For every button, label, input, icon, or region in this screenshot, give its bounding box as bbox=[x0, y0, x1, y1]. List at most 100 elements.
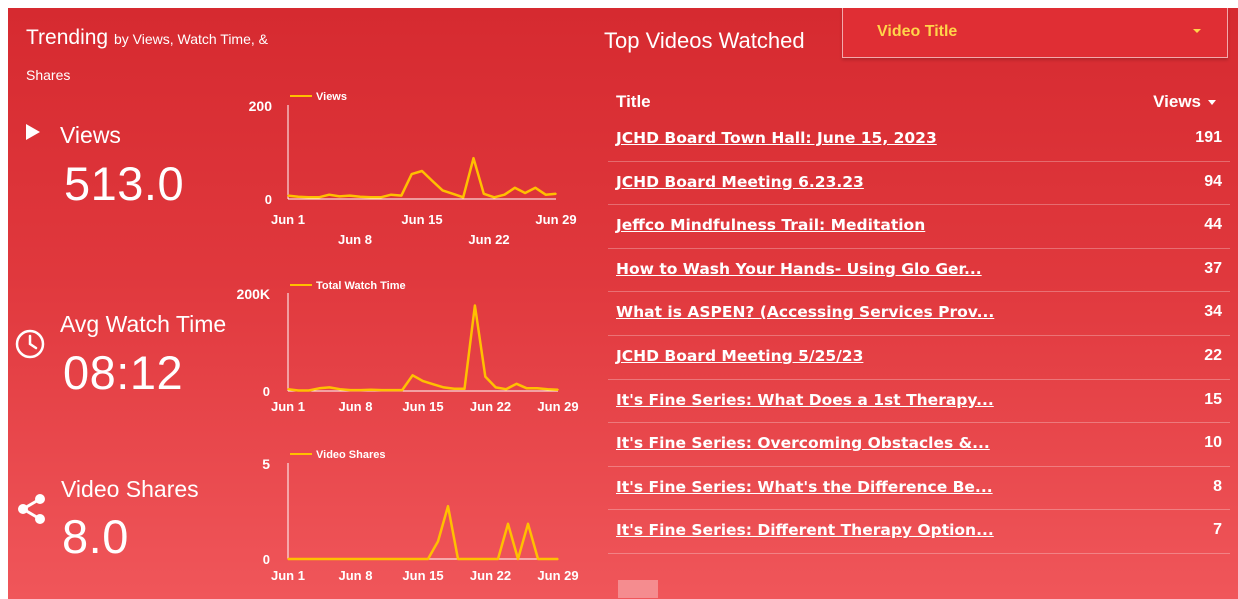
data-point bbox=[370, 388, 372, 391]
video-title-link[interactable]: Jeffco Mindfulness Trail: Meditation bbox=[616, 216, 925, 234]
video-views-count: 15 bbox=[1204, 390, 1222, 408]
video-title-link[interactable]: It's Fine Series: What's the Difference … bbox=[616, 478, 993, 496]
table-body: JCHD Board Town Hall: June 15, 2023 191 JC… bbox=[608, 118, 1230, 554]
video-title-link[interactable]: How to Wash Your Hands- Using Glo Ger... bbox=[616, 260, 982, 278]
column-header-title[interactable]: Title bbox=[616, 92, 651, 112]
y-tick-label: 5 bbox=[262, 456, 270, 472]
data-point bbox=[462, 196, 465, 199]
video-title-dropdown[interactable]: Video Title bbox=[842, 8, 1228, 58]
data-point bbox=[484, 375, 487, 378]
video-views-count: 10 bbox=[1204, 434, 1222, 452]
video-title-link[interactable]: JCHD Board Meeting 6.23.23 bbox=[616, 173, 864, 191]
clock-icon bbox=[15, 329, 45, 359]
data-point bbox=[287, 388, 289, 390]
data-point bbox=[390, 193, 392, 196]
data-point bbox=[534, 187, 537, 189]
column-header-views[interactable]: Views bbox=[1153, 92, 1216, 112]
data-point bbox=[337, 558, 339, 560]
table-row: JCHD Board Town Hall: June 15, 2023 191 bbox=[608, 118, 1230, 162]
chevron-down-icon bbox=[1193, 29, 1201, 33]
y-tick-label: 200K bbox=[237, 286, 270, 302]
dashboard-panel: Trending by Views, Watch Time, & Shares … bbox=[8, 8, 1238, 599]
data-point bbox=[401, 389, 404, 391]
trending-title-main: Trending bbox=[26, 26, 109, 49]
pagination-control[interactable] bbox=[618, 580, 658, 598]
data-point bbox=[379, 196, 382, 199]
legend-label: Video Shares bbox=[316, 449, 386, 461]
x-tick-label: Jun 22 bbox=[468, 232, 509, 247]
table-row: How to Wash Your Hands- Using Glo Ger...… bbox=[608, 249, 1230, 293]
x-tick-label: Jun 8 bbox=[339, 399, 373, 414]
data-point bbox=[536, 387, 539, 390]
y-tick-label: 0 bbox=[263, 552, 270, 567]
video-title-link[interactable]: It's Fine Series: Different Therapy Opti… bbox=[616, 521, 994, 539]
data-point bbox=[287, 194, 289, 197]
data-point bbox=[317, 558, 319, 560]
trending-title-sub: by Views, Watch Time, & bbox=[113, 31, 269, 47]
data-point bbox=[328, 386, 331, 389]
data-point bbox=[318, 196, 320, 199]
data-point bbox=[524, 192, 526, 194]
video-title-link[interactable]: It's Fine Series: What Does a 1st Therap… bbox=[616, 391, 994, 409]
y-tick-label: 200 bbox=[249, 98, 273, 114]
data-point bbox=[507, 523, 509, 525]
data-point bbox=[349, 389, 352, 391]
data-point bbox=[400, 194, 403, 197]
views-value: 513.0 bbox=[64, 157, 185, 210]
data-point bbox=[442, 386, 445, 389]
x-tick-label: Jun 29 bbox=[537, 399, 578, 414]
video-views-count: 22 bbox=[1204, 346, 1222, 364]
top-videos-title: Top Videos Watched bbox=[604, 28, 805, 53]
data-point bbox=[359, 196, 361, 198]
video-title-link[interactable]: JCHD Board Town Hall: June 15, 2023 bbox=[616, 129, 937, 147]
data-point bbox=[546, 388, 549, 390]
views-line-chart: 0 200 Views Jun 1 Jun 15 Jun 29 Jun 8 Jun 22 bbox=[249, 91, 577, 247]
data-point bbox=[380, 389, 383, 391]
x-tick-label: Jun 15 bbox=[401, 212, 442, 227]
data-point bbox=[487, 558, 489, 560]
x-tick-label: Jun 15 bbox=[402, 568, 443, 583]
x-tick-label: Jun 1 bbox=[271, 212, 305, 227]
x-tick-label: Jun 22 bbox=[470, 568, 511, 583]
data-point bbox=[387, 558, 389, 560]
x-tick-label: Jun 29 bbox=[535, 212, 576, 227]
data-point bbox=[407, 558, 409, 560]
trending-title: Trending by Views, Watch Time, & bbox=[26, 27, 268, 50]
data-point bbox=[338, 195, 341, 198]
data-point bbox=[515, 383, 518, 385]
data-point bbox=[497, 558, 499, 560]
video-title-link[interactable]: What is ASPEN? (Accessing Services Prov.… bbox=[616, 303, 994, 321]
data-point bbox=[421, 170, 423, 172]
series-line bbox=[287, 156, 557, 199]
data-point bbox=[527, 523, 529, 525]
data-point bbox=[544, 193, 547, 196]
data-point bbox=[327, 558, 329, 560]
data-point bbox=[367, 558, 369, 560]
data-point bbox=[547, 558, 549, 560]
video-title-link[interactable]: It's Fine Series: Overcoming Obstacles &… bbox=[616, 434, 990, 452]
video-views-count: 34 bbox=[1204, 303, 1222, 321]
data-point bbox=[457, 558, 459, 560]
data-point bbox=[453, 387, 455, 390]
x-tick-label: Jun 29 bbox=[537, 568, 578, 583]
data-point bbox=[307, 196, 310, 199]
table-row: It's Fine Series: What's the Difference … bbox=[608, 467, 1230, 511]
data-point bbox=[477, 558, 479, 560]
data-point bbox=[307, 389, 310, 392]
video-views-count: 94 bbox=[1204, 172, 1222, 190]
views-label: Views bbox=[60, 122, 121, 148]
table-header: Title Views bbox=[608, 84, 1230, 118]
data-point bbox=[349, 194, 351, 197]
data-point bbox=[431, 180, 434, 182]
data-point bbox=[432, 383, 435, 386]
video-shares-value: 8.0 bbox=[62, 510, 129, 563]
video-views-count: 191 bbox=[1195, 129, 1222, 146]
x-tick-label: Jun 22 bbox=[470, 399, 511, 414]
y-tick-label: 0 bbox=[265, 192, 272, 207]
trending-title-sub2: Shares bbox=[26, 67, 71, 83]
data-point bbox=[463, 387, 466, 390]
column-header-views-label: Views bbox=[1153, 92, 1201, 111]
data-point bbox=[297, 389, 300, 392]
data-point bbox=[555, 193, 557, 195]
video-title-link[interactable]: JCHD Board Meeting 5/25/23 bbox=[616, 347, 863, 365]
